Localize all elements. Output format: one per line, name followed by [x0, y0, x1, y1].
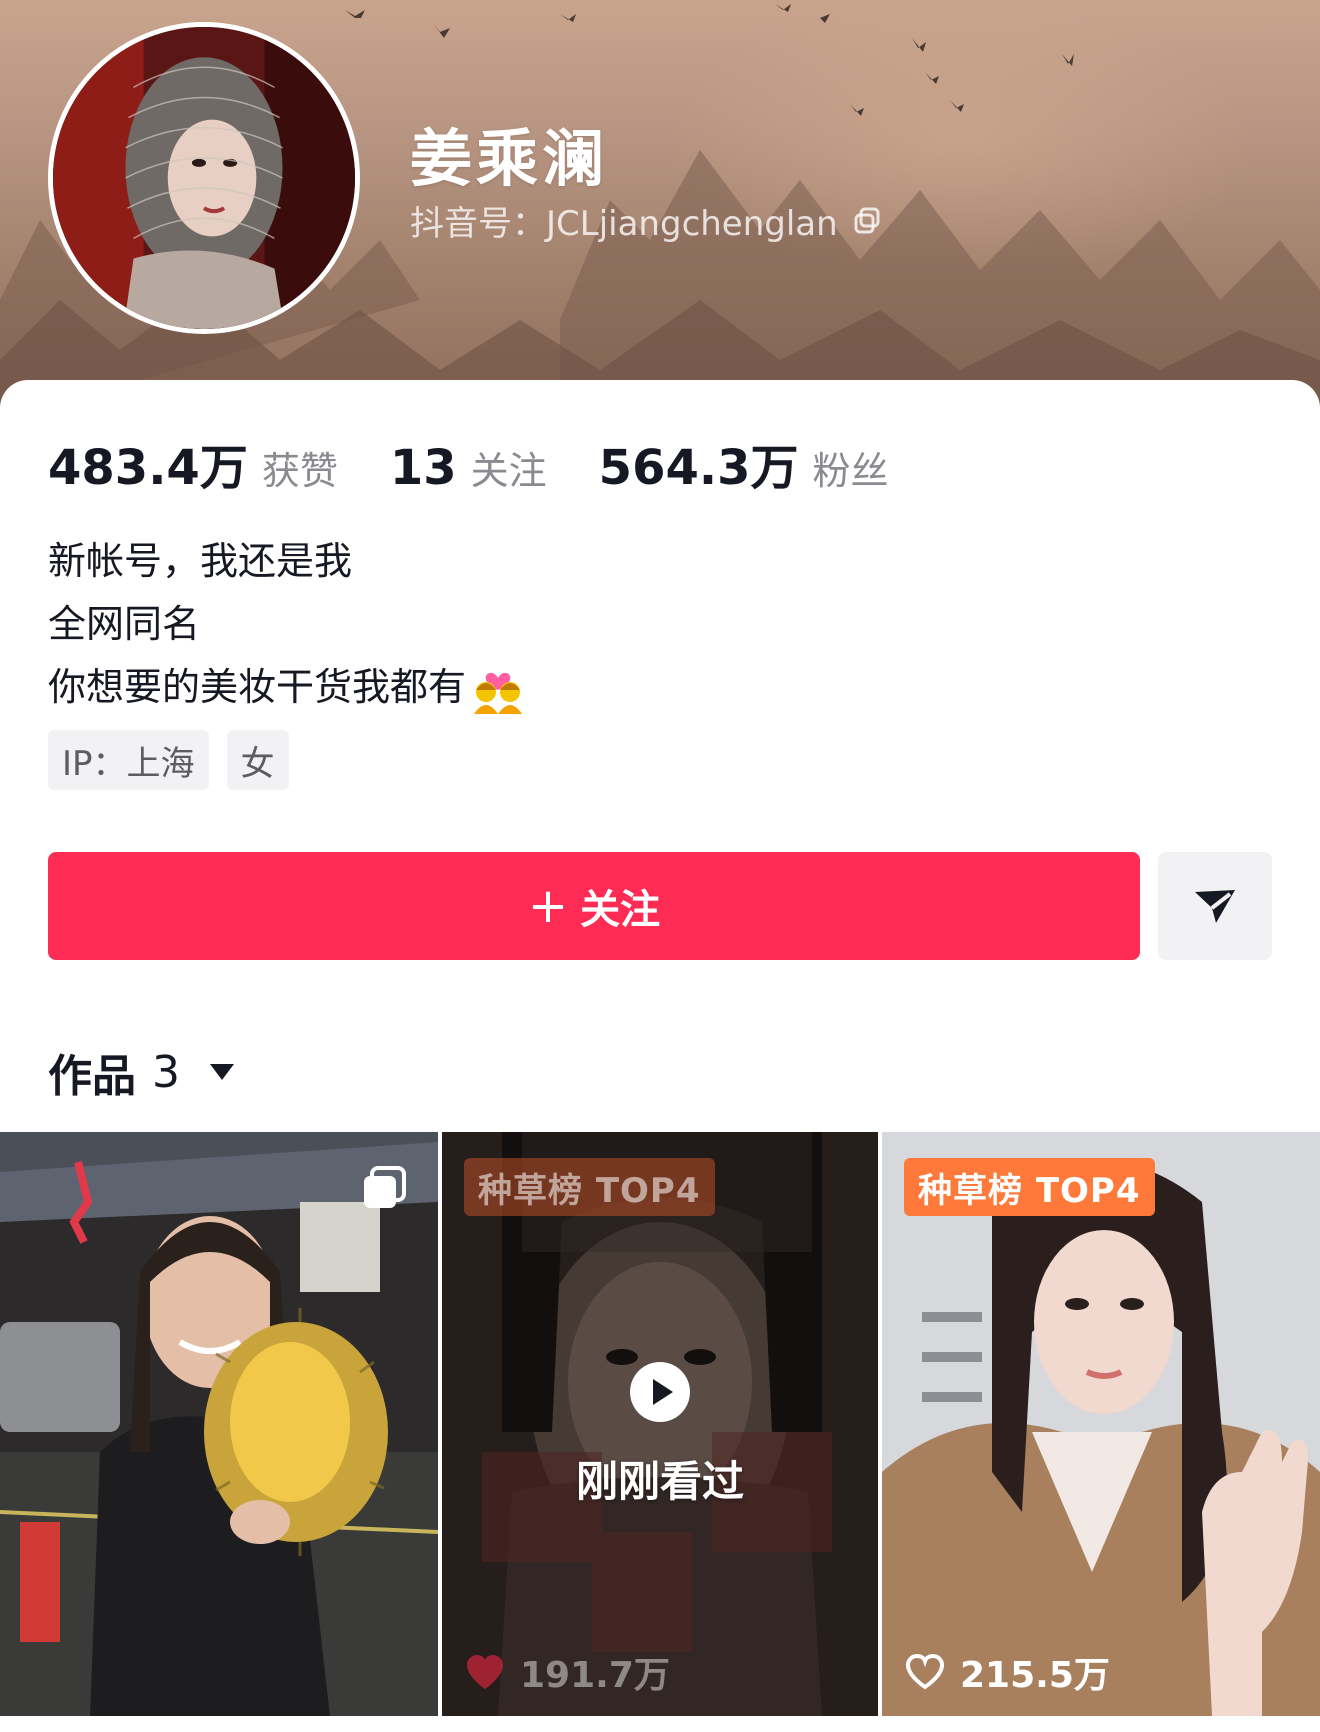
- recently-viewed-overlay: 刚刚看过: [442, 1360, 878, 1509]
- caret-down-icon: [210, 1064, 234, 1080]
- stat-following-label: 关注: [470, 449, 547, 493]
- couple-heart-emoji-icon: [474, 672, 523, 714]
- stats-row: 483.4万 获赞 13 关注 564.3万 粉丝: [48, 428, 941, 498]
- ip-location-tag: IP：上海: [48, 730, 209, 790]
- stat-following[interactable]: 13 关注: [390, 440, 547, 496]
- bio-line-3: 你想要的美妆干货我都有: [48, 656, 526, 719]
- gender-tag: 女: [226, 730, 289, 790]
- follow-button[interactable]: + 关注: [48, 852, 1140, 960]
- recently-viewed-label: 刚刚看过: [575, 1457, 744, 1506]
- works-count: 3: [152, 1046, 180, 1098]
- video-likes-count: 191.7万: [520, 1655, 670, 1696]
- send-icon: [1195, 890, 1235, 923]
- profile-page: 姜乘澜 抖音号：JCLjiangchenglan 483.4万 获赞 13 关注…: [0, 0, 1320, 1732]
- video-likes: 215.5万: [904, 1646, 1110, 1698]
- ranking-badge: 种草榜 TOP4: [904, 1158, 1155, 1216]
- video-likes: 191.7万: [464, 1646, 670, 1698]
- profile-name: 姜乘澜: [410, 122, 609, 195]
- works-tab[interactable]: 作品 3: [48, 1040, 236, 1104]
- bio-line-2: 全网同名: [48, 602, 201, 646]
- works-tab-label: 作品: [48, 1051, 136, 1102]
- play-icon: [630, 1362, 690, 1422]
- profile-tags: IP：上海 女: [48, 730, 289, 790]
- douyin-id-text: 抖音号：JCLjiangchenglan: [410, 204, 838, 244]
- avatar-image: [53, 27, 355, 329]
- stat-likes: 483.4万 获赞: [48, 428, 338, 498]
- stat-likes-value: 483.4万: [48, 440, 248, 496]
- video-likes-count: 215.5万: [960, 1655, 1110, 1696]
- heart-icon: [467, 1655, 503, 1689]
- video-tile-3[interactable]: 种草榜 TOP4 215.5万: [882, 1132, 1320, 1716]
- multi-image-icon: [364, 1166, 406, 1208]
- follow-button-label: 关注: [580, 887, 661, 933]
- bio-line-1: 新帐号，我还是我: [48, 539, 353, 583]
- avatar[interactable]: [48, 22, 360, 334]
- stat-following-value: 13: [389, 440, 457, 496]
- plus-icon: +: [527, 878, 569, 934]
- send-message-button[interactable]: [1158, 852, 1272, 960]
- stat-followers-label: 粉丝: [812, 449, 889, 493]
- stat-followers-value: 564.3万: [598, 440, 799, 496]
- douyin-id-row[interactable]: 抖音号：JCLjiangchenglan: [410, 196, 882, 245]
- copy-icon[interactable]: [852, 206, 882, 236]
- video-grid: 种草榜 TOP4 刚刚看过 191.7万 种草榜 TOP4 215.5万: [0, 1132, 1320, 1716]
- video-thumbnail-3: [882, 1132, 1320, 1716]
- video-thumbnail-1: [0, 1132, 438, 1716]
- video-tile-2[interactable]: 种草榜 TOP4 刚刚看过 191.7万: [442, 1132, 878, 1716]
- video-tile-1[interactable]: [0, 1132, 438, 1716]
- stat-followers[interactable]: 564.3万 粉丝: [599, 428, 889, 498]
- profile-banner: 姜乘澜 抖音号：JCLjiangchenglan: [0, 0, 1320, 420]
- bio-line-3-text: 你想要的美妆干货我都有: [48, 665, 467, 709]
- heart-icon: [905, 1653, 945, 1690]
- ranking-badge: 种草榜 TOP4: [464, 1158, 715, 1216]
- bio: 新帐号，我还是我 全网同名 你想要的美妆干货我都有: [48, 530, 526, 719]
- stat-likes-label: 获赞: [261, 449, 338, 493]
